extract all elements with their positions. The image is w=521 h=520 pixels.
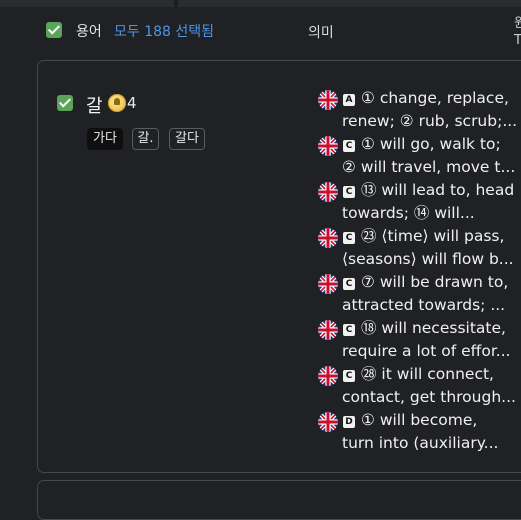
entry-word: 갈 <box>86 96 103 117</box>
uk-flag-icon <box>318 320 338 340</box>
definition-line: towards; ⑭ will... <box>342 204 475 222</box>
definition-line: ② will travel, move t... <box>342 158 516 176</box>
cut-off-column-text: " 갈 릴 <box>515 88 521 226</box>
tag-chip[interactable]: 가다 <box>87 128 123 150</box>
uk-flag-icon <box>318 274 338 294</box>
badge-count: 4 <box>127 94 137 112</box>
hint-bulb-icon <box>108 94 126 112</box>
select-all-checkbox[interactable] <box>46 22 62 38</box>
definition-line: ① change, replace, <box>361 89 509 107</box>
definition-text: ⑦ will be drawn to, attracted towards; ..… <box>342 271 518 317</box>
cut-off-header-text: T <box>514 33 521 48</box>
definition-line: ㉘ it will connect, <box>361 365 494 383</box>
definition-line: ① will become, <box>361 411 478 429</box>
uk-flag-icon <box>318 412 338 432</box>
tag-chip[interactable]: 갈. <box>132 128 159 150</box>
entry-checkbox[interactable] <box>57 95 73 111</box>
definition-text: ⑬ will lead to, head towards; ⑭ will... <box>342 179 518 225</box>
select-all-link[interactable]: 모두 188 선택됨 <box>114 21 214 41</box>
definition-text: ㉓ ⟨time⟩ will pass, ⟨seasons⟩ will flow b… <box>342 225 518 271</box>
definition-line: ⑱ will necessitate, <box>361 319 506 337</box>
definition-line: turn into (auxiliary... <box>342 434 499 452</box>
definition-line: attracted towards; ... <box>342 296 506 314</box>
definition-line: ⑦ will be drawn to, <box>361 273 509 291</box>
top-tab-strip <box>0 0 521 7</box>
definition-line: ㉓ ⟨time⟩ will pass, <box>361 227 505 245</box>
definition-line: renew; ② rub, scrub;... <box>342 112 518 130</box>
meaning-column-header: 의미 <box>308 25 334 41</box>
definition-line: ⑬ will lead to, head <box>361 181 515 199</box>
definition-text: ⑱ will necessitate, require a lot of effo… <box>342 317 518 363</box>
table-header: 용어 모두 188 선택됨 의미 원 T <box>0 7 521 53</box>
tag-chip[interactable]: 갈다 <box>169 128 205 150</box>
definition-text: ① will go, walk to; ② will travel, move t… <box>342 133 518 179</box>
top-tab-segment <box>178 0 521 7</box>
definition-line: require a lot of effor... <box>342 342 511 360</box>
definition-line: ⟨seasons⟩ will flow b... <box>342 250 514 268</box>
uk-flag-icon <box>318 136 338 156</box>
cut-off-header-text: 원 <box>514 16 521 31</box>
uk-flag-icon <box>318 366 338 386</box>
term-column-header: 용어 <box>76 24 102 40</box>
next-entry-card <box>37 480 521 520</box>
definition-text: ㉘ it will connect, contact, get through..… <box>342 363 518 409</box>
definition-line: ① will go, walk to; <box>361 135 501 153</box>
uk-flag-icon <box>318 228 338 248</box>
uk-flag-icon <box>318 90 338 110</box>
definition-text: ① will become, turn into (auxiliary... <box>342 409 518 455</box>
uk-flag-icon <box>318 182 338 202</box>
definition-text: ① change, replace, renew; ② rub, scrub;..… <box>342 87 518 133</box>
top-tab-segment <box>0 0 174 7</box>
definition-line: contact, get through... <box>342 388 516 406</box>
